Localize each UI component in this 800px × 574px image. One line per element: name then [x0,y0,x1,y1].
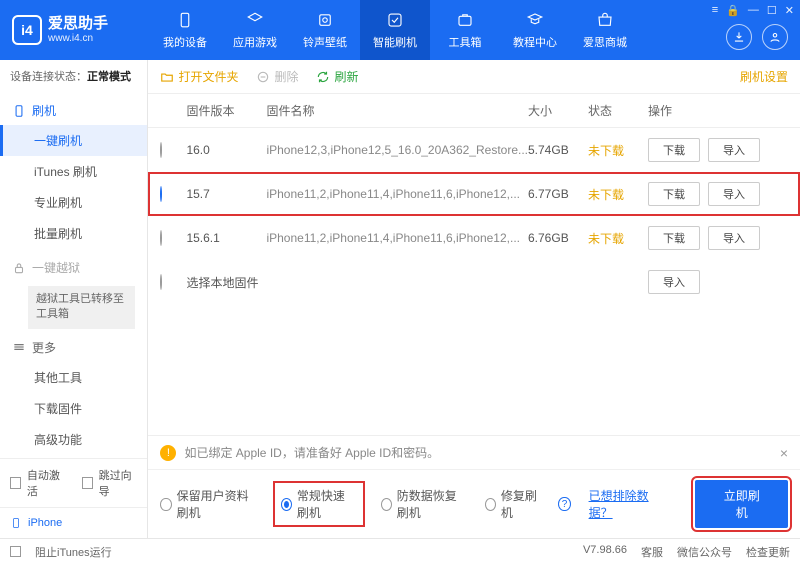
exclude-data-link[interactable]: 已想排除数据？ [589,487,660,521]
row-radio[interactable] [160,186,162,202]
mode-quick[interactable]: 常规快速刷机 [275,483,363,525]
mode-repair[interactable]: 修复刷机 [485,487,541,521]
minimize-icon[interactable]: — [748,4,759,17]
jailbreak-note: 越狱工具已转移至工具箱 [28,286,135,329]
flash-now-button[interactable]: 立即刷机 [695,480,788,528]
wechat-link[interactable]: 微信公众号 [677,544,732,560]
close-notice-icon[interactable]: × [780,445,788,461]
sidebar-group-more[interactable]: 更多 [0,333,147,362]
nav-tutorials[interactable]: 教程中心 [500,0,570,60]
sidebar-item-itunes[interactable]: iTunes 刷机 [0,156,147,187]
app-name: 爱思助手 [48,16,108,33]
sidebar-item-advanced[interactable]: 高级功能 [0,424,147,455]
close-icon[interactable]: ✕ [785,4,794,17]
block-itunes-label: 阻止iTunes运行 [35,544,112,560]
menu-icon[interactable]: ≡ [712,4,718,17]
import-button[interactable]: 导入 [708,182,760,206]
logo-icon: i4 [12,15,42,45]
mode-keep-data[interactable]: 保留用户资料刷机 [160,487,256,521]
nav-my-device[interactable]: 我的设备 [150,0,220,60]
phone-icon [10,516,22,530]
check-update-link[interactable]: 检查更新 [746,544,790,560]
sidebar: 设备连接状态：正常模式 刷机 一键刷机 iTunes 刷机 专业刷机 批量刷机 … [0,60,148,538]
download-button[interactable]: 下载 [648,226,700,250]
nav-tools[interactable]: 工具箱 [430,0,500,60]
table-header: 固件版本 固件名称 大小 状态 操作 [148,94,800,128]
mode-antirecovery[interactable]: 防数据恢复刷机 [381,487,467,521]
sidebar-item-pro[interactable]: 专业刷机 [0,187,147,218]
device-label[interactable]: iPhone [0,507,147,538]
col-status: 状态 [588,102,648,119]
version-label: V7.98.66 [583,544,627,560]
col-version: 固件版本 [186,102,266,119]
import-button[interactable]: 导入 [648,270,700,294]
col-size: 大小 [528,102,588,119]
col-name: 固件名称 [266,102,528,119]
main-panel: 打开文件夹 删除 刷新 刷机设置 固件版本 固件名称 大小 状态 操作 16.0… [148,60,800,538]
sidebar-group-flash[interactable]: 刷机 [0,96,147,125]
local-firmware-row[interactable]: 选择本地固件 导入 [148,260,800,304]
row-radio[interactable] [160,142,162,158]
window-controls: ≡ 🔒 — ☐ ✕ [712,4,794,17]
block-itunes-checkbox[interactable] [10,546,21,557]
auto-activate-checkbox[interactable] [10,477,21,489]
import-button[interactable]: 导入 [708,226,760,250]
maximize-icon[interactable]: ☐ [767,4,777,17]
flash-modes: 保留用户资料刷机 常规快速刷机 防数据恢复刷机 修复刷机 ? 已想排除数据？ 立… [148,470,800,538]
delete-button[interactable]: 删除 [256,68,298,85]
firmware-row[interactable]: 15.6.1 iPhone11,2,iPhone11,4,iPhone11,6,… [148,216,800,260]
connection-status: 设备连接状态：正常模式 [0,60,147,92]
lock-icon[interactable]: 🔒 [726,4,740,17]
nav-ringtones[interactable]: 铃声壁纸 [290,0,360,60]
logo[interactable]: i4 爱思助手 www.i4.cn [0,15,150,45]
flash-settings-button[interactable]: 刷机设置 [736,68,788,85]
nav-apps[interactable]: 应用游戏 [220,0,290,60]
sidebar-item-othertools[interactable]: 其他工具 [0,362,147,393]
nav-tabs: 我的设备 应用游戏 铃声壁纸 智能刷机 工具箱 教程中心 爱思商城 [150,0,640,60]
sidebar-item-batch[interactable]: 批量刷机 [0,218,147,249]
refresh-button[interactable]: 刷新 [316,68,358,85]
row-radio[interactable] [160,274,162,290]
account-icon[interactable] [762,24,788,50]
warning-icon: ! [160,445,176,461]
help-icon[interactable]: ? [558,497,570,511]
top-bar: i4 爱思助手 www.i4.cn 我的设备 应用游戏 铃声壁纸 智能刷机 工具… [0,0,800,60]
sidebar-group-jailbreak[interactable]: 一键越狱 [0,253,147,282]
nav-store[interactable]: 爱思商城 [570,0,640,60]
nav-flash[interactable]: 智能刷机 [360,0,430,60]
app-url: www.i4.cn [48,33,108,44]
customer-service-link[interactable]: 客服 [641,544,663,560]
skip-guide-checkbox[interactable] [82,477,93,489]
apple-id-notice: ! 如已绑定 Apple ID，请准备好 Apple ID和密码。 × [148,436,800,470]
row-radio[interactable] [160,230,162,246]
footer: 阻止iTunes运行 V7.98.66 客服 微信公众号 检查更新 [0,538,800,564]
firmware-row-selected[interactable]: 15.7 iPhone11,2,iPhone11,4,iPhone11,6,iP… [148,172,800,216]
download-button[interactable]: 下载 [648,182,700,206]
auto-activate-row: 自动激活 跳过向导 [0,459,147,507]
bottom-bar: ! 如已绑定 Apple ID，请准备好 Apple ID和密码。 × 保留用户… [148,435,800,538]
toolbar: 打开文件夹 删除 刷新 刷机设置 [148,60,800,94]
sidebar-item-downloadfw[interactable]: 下载固件 [0,393,147,424]
import-button[interactable]: 导入 [708,138,760,162]
col-actions: 操作 [648,102,788,119]
download-center-icon[interactable] [726,24,752,50]
download-button[interactable]: 下载 [648,138,700,162]
open-folder-button[interactable]: 打开文件夹 [160,68,238,85]
sidebar-item-oneclick[interactable]: 一键刷机 [0,125,147,156]
firmware-row[interactable]: 16.0 iPhone12,3,iPhone12,5_16.0_20A362_R… [148,128,800,172]
